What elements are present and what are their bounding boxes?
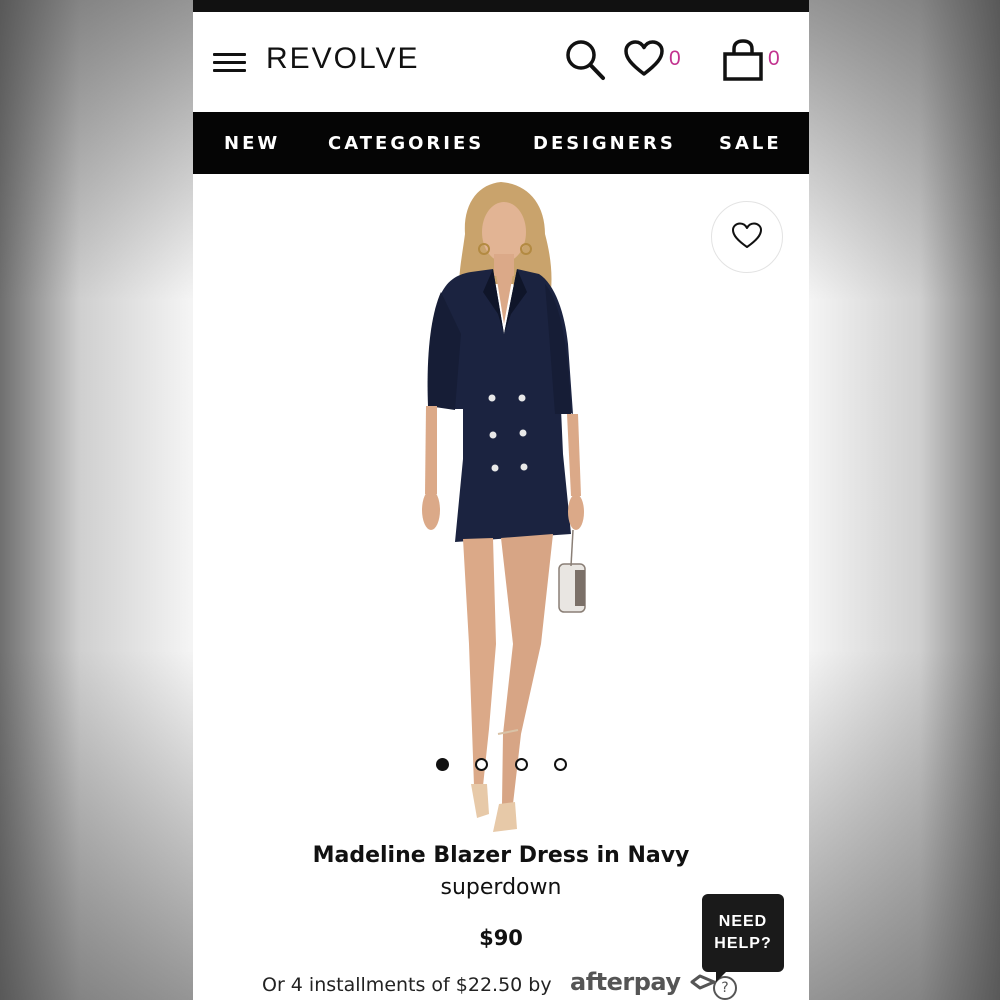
shopping-bag-icon[interactable] [722,39,764,85]
carousel-dot-2[interactable] [475,758,488,771]
category-nav: NEW CATEGORIES DESIGNERS SALE [193,112,809,174]
site-logo[interactable]: REVOLVE [266,42,420,76]
heart-icon[interactable] [623,40,665,82]
product-title: Madeline Blazer Dress in Navy [312,843,690,868]
carousel-dot-3[interactable] [515,758,528,771]
need-help-line1: NEED [718,913,768,930]
product-page: REVOLVE 0 0 NEW CATEGORIES DESIGNERS SAL… [193,0,809,1000]
status-strip [193,0,809,12]
wishlist-count: 0 [669,47,681,70]
carousel-indicators [193,758,809,778]
favorite-button[interactable] [711,201,783,273]
nav-item-categories[interactable]: CATEGORIES [328,133,484,154]
hamburger-menu-icon[interactable] [213,50,247,76]
bag-count: 0 [768,47,780,70]
afterpay-logo-text: afterpay [570,968,681,996]
need-help-line2: HELP? [714,935,772,952]
carousel-dot-4[interactable] [554,758,567,771]
need-help-chat-button[interactable]: NEED HELP? [702,894,784,982]
site-header: REVOLVE 0 0 [193,12,809,112]
product-image [422,182,586,832]
chat-bubble-tail [716,970,740,982]
heart-outline-icon [732,222,762,248]
backdrop-left [0,0,193,1000]
search-icon[interactable] [564,38,608,88]
backdrop-right [807,0,1000,1000]
nav-item-sale[interactable]: SALE [719,133,782,154]
afterpay-installments-text: Or 4 installments of $22.50 by [262,974,552,996]
carousel-dot-1[interactable] [436,758,449,771]
nav-item-new[interactable]: NEW [224,133,280,154]
product-image-gallery[interactable] [193,174,809,834]
afterpay-logo: afterpay [570,968,718,996]
nav-item-designers[interactable]: DESIGNERS [533,133,676,154]
